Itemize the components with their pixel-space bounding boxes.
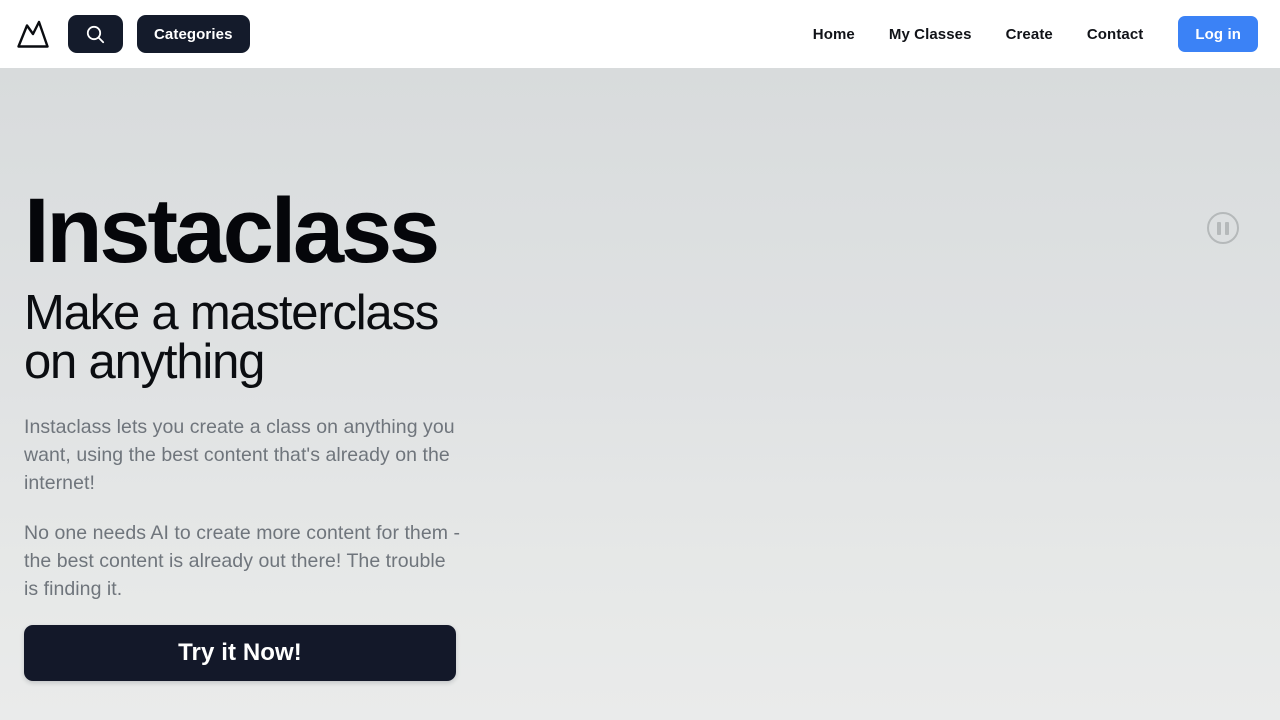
search-button[interactable] [68, 15, 123, 53]
nav-link-contact[interactable]: Contact [1070, 18, 1161, 51]
hero-paragraph-1: Instaclass lets you create a class on an… [24, 416, 455, 495]
pause-bar-left [1217, 221, 1222, 235]
pause-icon[interactable] [1207, 212, 1239, 244]
login-button[interactable]: Log in [1178, 16, 1258, 52]
search-icon [86, 25, 105, 44]
main-navigation: Home My Classes Create Contact Log in [796, 16, 1258, 52]
categories-button[interactable]: Categories [137, 15, 250, 53]
nav-link-home[interactable]: Home [796, 18, 872, 51]
page-root: Categories Home My Classes Create Contac… [0, 0, 1280, 720]
hero-section: Instaclass Make a masterclass on anythin… [0, 68, 1280, 720]
pause-bar-right [1224, 221, 1229, 235]
header-left-group: Categories [16, 15, 250, 53]
hero-paragraph-2: No one needs AI to create more content f… [24, 522, 461, 601]
page-title: Instaclass [24, 180, 440, 282]
hero-subtitle: Make a masterclass on anything [24, 286, 439, 390]
nav-link-my-classes[interactable]: My Classes [872, 18, 989, 51]
nav-link-create[interactable]: Create [989, 18, 1070, 51]
hero-content: Instaclass Make a masterclass on anythin… [24, 180, 544, 682]
site-header: Categories Home My Classes Create Contac… [0, 0, 1280, 68]
try-it-now-button[interactable]: Try it Now! [24, 625, 456, 682]
mountain-logo[interactable] [16, 17, 50, 51]
